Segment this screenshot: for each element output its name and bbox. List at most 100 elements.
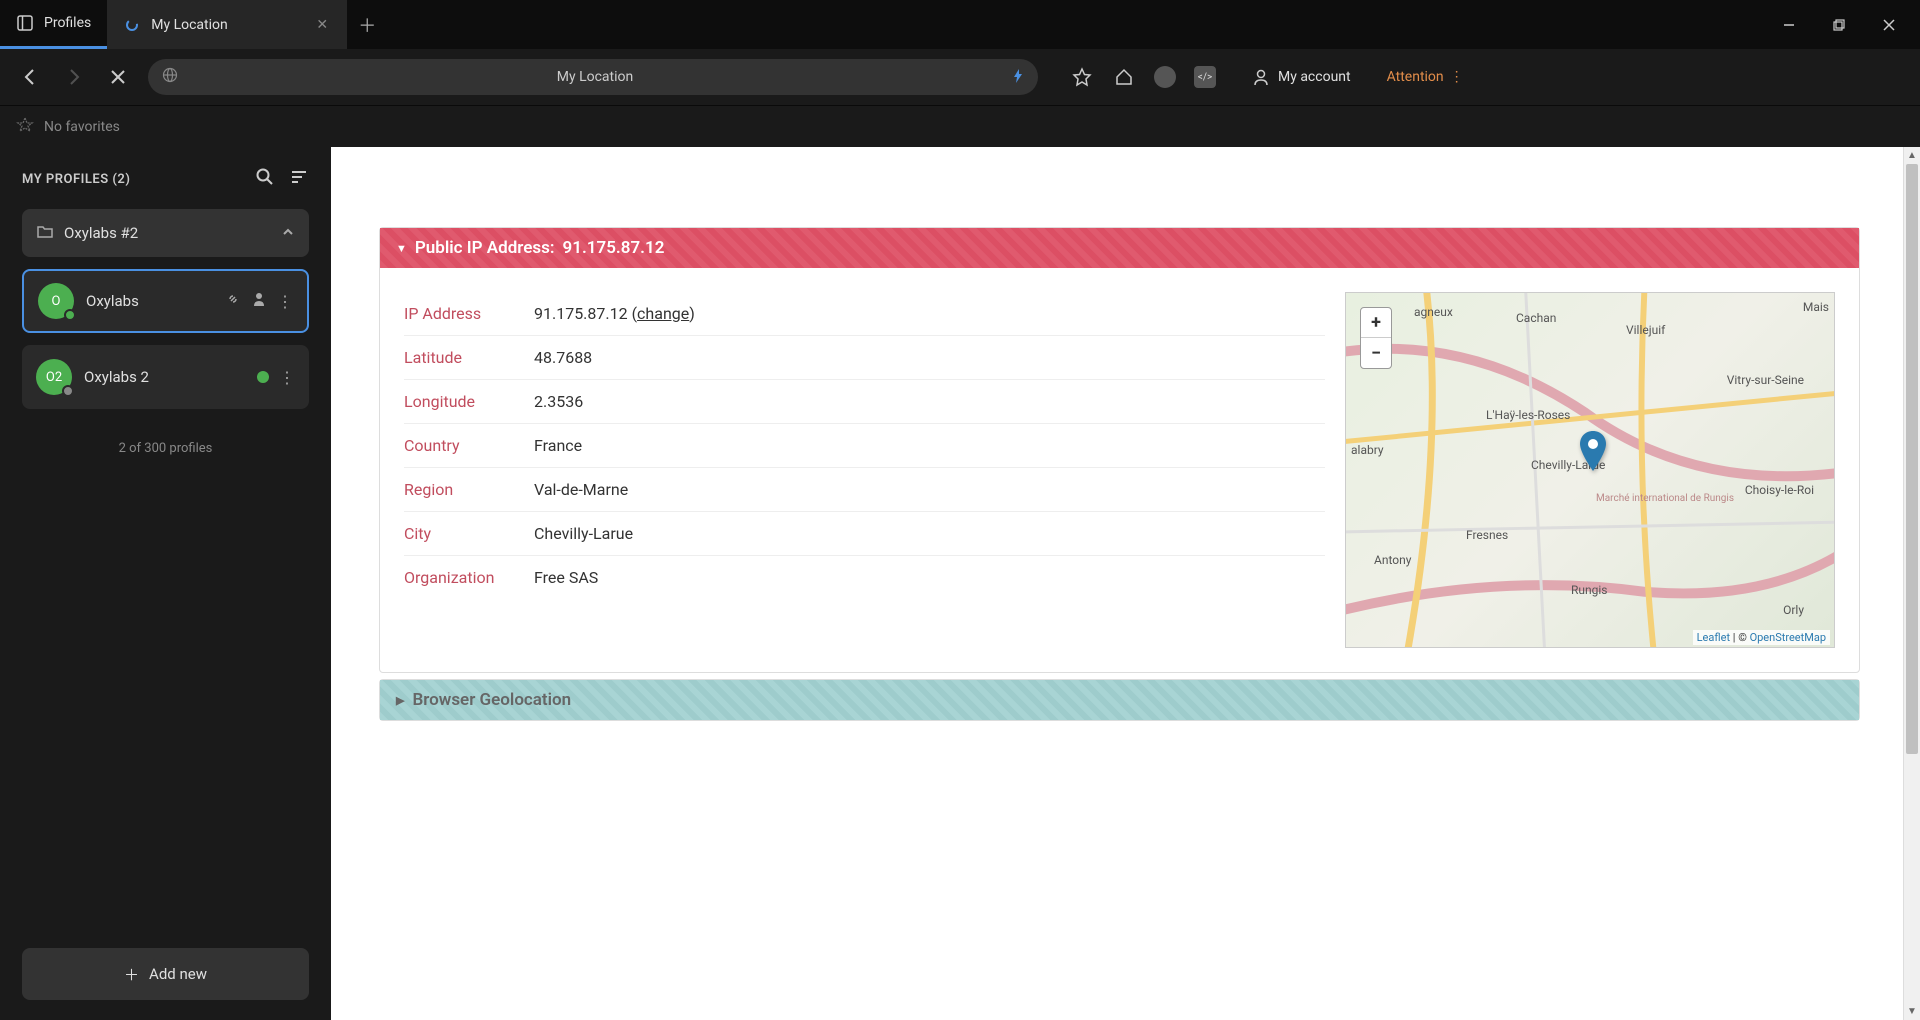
map-place: Fresnes bbox=[1466, 528, 1508, 542]
map-zoom-controls: + − bbox=[1360, 307, 1392, 369]
folder-name: Oxylabs #2 bbox=[64, 224, 271, 242]
url-text: My Location bbox=[188, 69, 1002, 85]
row-city: City Chevilly-Larue bbox=[404, 512, 1325, 556]
row-ip: IP Address 91.175.87.12 (change) bbox=[404, 292, 1325, 336]
sidebar-actions bbox=[255, 167, 309, 191]
sidebar-header: MY PROFILES (2) bbox=[22, 167, 309, 191]
add-new-button[interactable]: ＋ Add new bbox=[22, 948, 309, 1000]
attention-link[interactable]: Attention ⋮ bbox=[1387, 69, 1464, 85]
label: Organization bbox=[404, 568, 534, 587]
caret-right-icon: ▶ bbox=[396, 694, 404, 707]
scroll-thumb[interactable] bbox=[1906, 164, 1918, 754]
label: Country bbox=[404, 436, 534, 455]
label: City bbox=[404, 524, 534, 543]
osm-link[interactable]: OpenStreetMap bbox=[1750, 631, 1826, 644]
value: 48.7688 bbox=[534, 348, 592, 367]
globe-icon bbox=[162, 67, 178, 87]
scroll-up-button[interactable]: ▲ bbox=[1904, 147, 1920, 164]
zoom-in-button[interactable]: + bbox=[1361, 308, 1391, 338]
content: ▼ Public IP Address: 91.175.87.12 IP Add… bbox=[331, 147, 1920, 1020]
map-place: Cachan bbox=[1516, 311, 1556, 325]
leaflet-link[interactable]: Leaflet bbox=[1697, 631, 1730, 644]
more-icon[interactable]: ⋮ bbox=[279, 368, 295, 387]
profiles-count: 2 of 300 profiles bbox=[22, 441, 309, 456]
row-organization: Organization Free SAS bbox=[404, 556, 1325, 599]
map[interactable]: agneux Cachan Villejuif Mais Vitry-sur-S… bbox=[1345, 292, 1835, 648]
map-place: Mais bbox=[1803, 300, 1829, 314]
search-button[interactable] bbox=[255, 167, 275, 191]
bolt-icon[interactable] bbox=[1012, 69, 1024, 86]
close-icon[interactable]: ✕ bbox=[313, 16, 331, 34]
plus-icon: ＋ bbox=[124, 964, 139, 985]
change-link[interactable]: change bbox=[637, 304, 689, 323]
forward-button[interactable] bbox=[60, 63, 88, 91]
ip-header-label: Public IP Address: bbox=[415, 238, 555, 258]
row-region: Region Val-de-Marne bbox=[404, 468, 1325, 512]
avatar: O2 bbox=[36, 359, 72, 395]
back-button[interactable] bbox=[16, 63, 44, 91]
extension-icon-2[interactable]: </> bbox=[1194, 66, 1216, 88]
link-icon[interactable] bbox=[225, 291, 241, 311]
person-icon[interactable] bbox=[251, 291, 267, 311]
map-place: Choisy-le-Roi bbox=[1745, 483, 1814, 497]
profile-actions: ⋮ bbox=[225, 291, 293, 311]
more-icon[interactable]: ⋮ bbox=[277, 292, 293, 311]
map-place: Orly bbox=[1783, 603, 1804, 617]
scrollbar[interactable]: ▲ ▼ bbox=[1903, 147, 1920, 1020]
map-place: alabry bbox=[1351, 443, 1384, 457]
zoom-out-button[interactable]: − bbox=[1361, 338, 1391, 368]
map-place: Vitry-sur-Seine bbox=[1727, 373, 1804, 387]
map-marker-icon bbox=[1580, 431, 1606, 471]
tab-mylocation[interactable]: My Location ✕ bbox=[107, 0, 347, 49]
tab-profiles[interactable]: Profiles bbox=[0, 0, 107, 49]
new-tab-button[interactable]: ＋ bbox=[347, 5, 387, 45]
status-indicator bbox=[257, 371, 269, 383]
label: IP Address bbox=[404, 304, 534, 323]
tab-group: Profiles My Location ✕ ＋ bbox=[0, 0, 387, 49]
account-link[interactable]: My account bbox=[1252, 68, 1351, 86]
person-icon bbox=[1252, 68, 1270, 86]
account-label: My account bbox=[1278, 69, 1351, 85]
ip-panel: ▼ Public IP Address: 91.175.87.12 IP Add… bbox=[379, 227, 1860, 673]
value: Chevilly-Larue bbox=[534, 524, 633, 543]
stop-button[interactable] bbox=[104, 63, 132, 91]
sidebar: MY PROFILES (2) Oxylabs #2 O bbox=[0, 147, 331, 1020]
titlebar: Profiles My Location ✕ ＋ bbox=[0, 0, 1920, 49]
favorites-empty-label: No favorites bbox=[44, 119, 120, 135]
home-button[interactable] bbox=[1112, 65, 1136, 89]
add-new-label: Add new bbox=[149, 965, 207, 983]
spinner-icon bbox=[123, 16, 141, 34]
map-attribution: Leaflet | © OpenStreetMap bbox=[1693, 630, 1830, 645]
geo-panel-header[interactable]: ▶ Browser Geolocation bbox=[380, 680, 1859, 720]
sort-button[interactable] bbox=[289, 167, 309, 191]
folder-icon bbox=[36, 222, 54, 244]
avatar-initials: O bbox=[52, 294, 61, 309]
bookmark-button[interactable] bbox=[1070, 65, 1094, 89]
main-area: MY PROFILES (2) Oxylabs #2 O bbox=[0, 147, 1920, 1020]
profile-name: Oxylabs 2 bbox=[84, 368, 245, 386]
map-place: L'Haÿ-les-Roses bbox=[1486, 408, 1570, 422]
label: Longitude bbox=[404, 392, 534, 411]
profile-item-oxylabs[interactable]: O Oxylabs ⋮ bbox=[22, 269, 309, 333]
maximize-button[interactable] bbox=[1816, 9, 1862, 41]
value: 2.3536 bbox=[534, 392, 583, 411]
url-bar[interactable]: My Location bbox=[148, 59, 1038, 95]
extension-icon-1[interactable] bbox=[1154, 66, 1176, 88]
ip-panel-header[interactable]: ▼ Public IP Address: 91.175.87.12 bbox=[380, 228, 1859, 268]
avatar: O bbox=[38, 283, 74, 319]
map-place: Villejuif bbox=[1626, 323, 1665, 337]
sidebar-icon bbox=[16, 14, 34, 32]
chevron-up-icon bbox=[281, 224, 295, 243]
profile-actions: ⋮ bbox=[257, 368, 295, 387]
profile-item-oxylabs2[interactable]: O2 Oxylabs 2 ⋮ bbox=[22, 345, 309, 409]
folder-oxylabs2[interactable]: Oxylabs #2 bbox=[22, 209, 309, 257]
scroll-down-button[interactable]: ▼ bbox=[1904, 1003, 1920, 1020]
ip-value: 91.175.87.12 bbox=[534, 304, 628, 323]
profile-name: Oxylabs bbox=[86, 292, 213, 310]
label: Region bbox=[404, 480, 534, 499]
avatar-initials: O2 bbox=[46, 370, 62, 385]
row-country: Country France bbox=[404, 424, 1325, 468]
ip-header-value: 91.175.87.12 bbox=[563, 238, 665, 258]
minimize-button[interactable] bbox=[1766, 9, 1812, 41]
close-button[interactable] bbox=[1866, 9, 1912, 41]
